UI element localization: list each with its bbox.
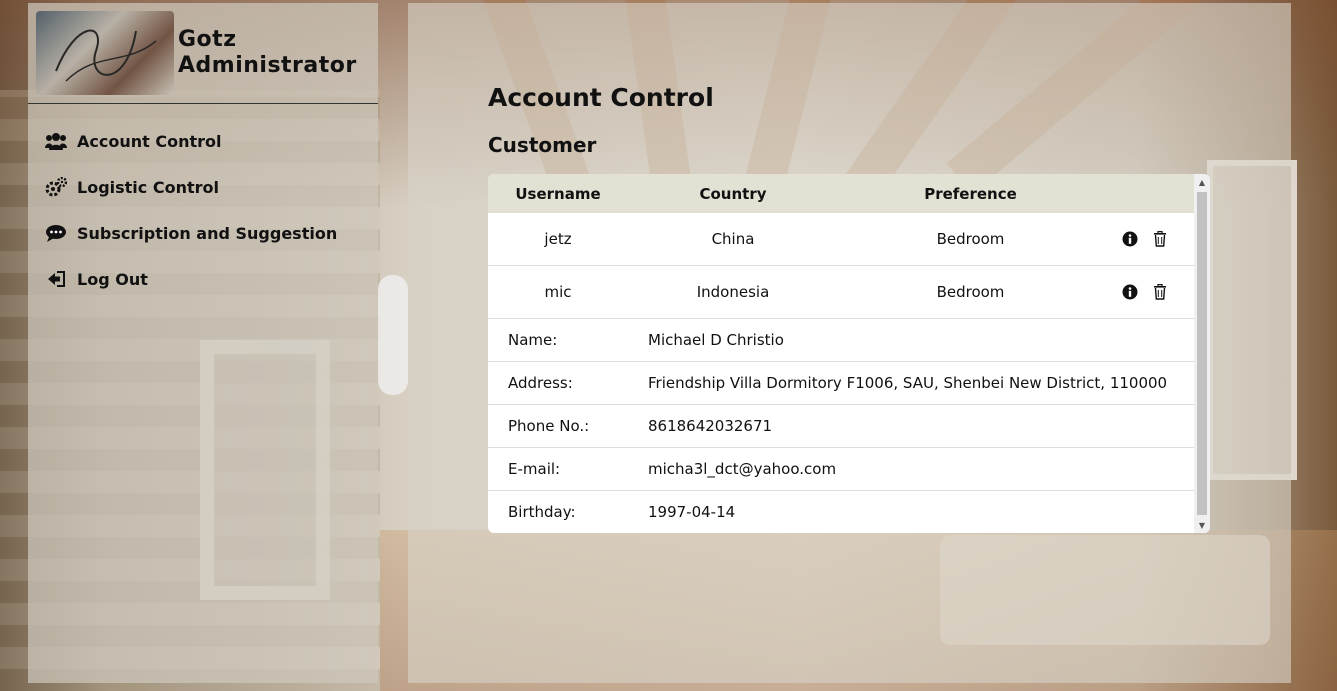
column-header-country[interactable]: Country	[628, 185, 838, 203]
table-row[interactable]: jetz China Bedroom	[488, 213, 1194, 266]
column-header-username[interactable]: Username	[488, 185, 628, 203]
table-row[interactable]: mic Indonesia Bedroom	[488, 266, 1194, 319]
detail-label: Birthday:	[508, 503, 576, 521]
sidebar: Gotz Administrator Account Control Logis…	[28, 3, 378, 683]
scroll-up-arrow[interactable]: ▲	[1194, 174, 1210, 190]
detail-label: Address:	[508, 374, 573, 392]
table-header: Username Country Preference	[488, 174, 1194, 213]
detail-row-email: E-mail: micha3l_dct@yahoo.com	[488, 448, 1194, 491]
detail-value: Michael D Christio	[648, 331, 784, 349]
detail-row-birthday: Birthday: 1997-04-14	[488, 491, 1194, 533]
detail-row-phone: Phone No.: 8618642032671	[488, 405, 1194, 448]
sidebar-item-account-control[interactable]: Account Control	[28, 118, 378, 164]
scroll-thumb[interactable]	[1197, 192, 1207, 515]
gears-icon	[44, 177, 68, 197]
sidebar-item-label: Subscription and Suggestion	[77, 223, 338, 243]
trash-icon[interactable]	[1152, 284, 1168, 300]
cell-username: jetz	[544, 230, 572, 248]
brand-name: Gotz	[178, 27, 237, 52]
info-icon[interactable]	[1122, 231, 1138, 247]
column-header-preference[interactable]: Preference	[838, 185, 1103, 203]
sidebar-item-log-out[interactable]: Log Out	[28, 256, 378, 302]
sidebar-item-logistic-control[interactable]: Logistic Control	[28, 164, 378, 210]
users-icon	[44, 131, 68, 151]
sidebar-nav: Account Control Logistic Control Subscri…	[28, 118, 378, 302]
detail-label: Name:	[508, 331, 558, 349]
section-title: Customer	[488, 133, 597, 157]
detail-label: Phone No.:	[508, 417, 590, 435]
detail-row-name: Name: Michael D Christio	[488, 319, 1194, 362]
sidebar-item-label: Logistic Control	[77, 177, 219, 197]
comment-icon	[44, 223, 68, 243]
cell-username: mic	[544, 283, 572, 301]
sidebar-item-label: Account Control	[77, 131, 222, 151]
page-title: Account Control	[488, 83, 714, 112]
detail-value: 8618642032671	[648, 417, 773, 435]
sidebar-item-label: Log Out	[77, 269, 148, 289]
detail-value: micha3l_dct@yahoo.com	[648, 460, 837, 478]
trash-icon[interactable]	[1152, 231, 1168, 247]
sign-out-icon	[44, 269, 68, 289]
main-panel: Account Control Customer Username Countr…	[408, 3, 1291, 683]
customer-table: Username Country Preference jetz China B…	[488, 174, 1210, 533]
detail-value: Friendship Villa Dormitory F1006, SAU, S…	[648, 374, 1168, 392]
table-scrollbar[interactable]: ▲ ▼	[1194, 174, 1210, 533]
cell-preference: Bedroom	[936, 230, 1005, 248]
brand: Gotz Administrator	[28, 3, 378, 104]
sidebar-item-subscription[interactable]: Subscription and Suggestion	[28, 210, 378, 256]
info-icon[interactable]	[1122, 284, 1138, 300]
detail-value: 1997-04-14	[648, 503, 736, 521]
brand-logo	[36, 11, 174, 95]
detail-row-address: Address: Friendship Villa Dormitory F100…	[488, 362, 1194, 405]
cell-country: Indonesia	[696, 283, 770, 301]
detail-label: E-mail:	[508, 460, 561, 478]
brand-subtitle: Administrator	[178, 53, 357, 78]
cell-preference: Bedroom	[936, 283, 1005, 301]
cell-country: China	[711, 230, 755, 248]
scroll-down-arrow[interactable]: ▼	[1194, 517, 1210, 533]
